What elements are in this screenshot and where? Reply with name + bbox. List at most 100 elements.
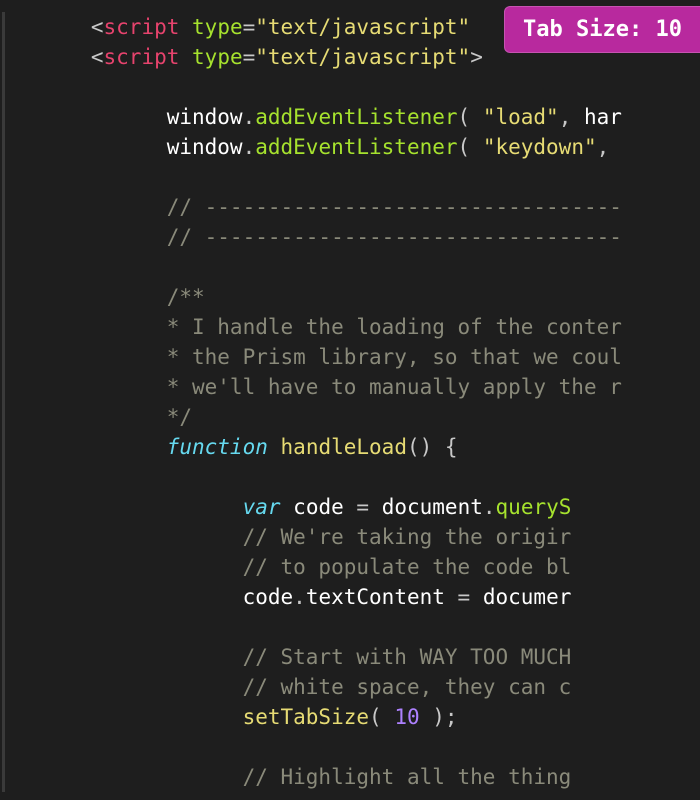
token: . [483, 495, 496, 519]
token: */ [167, 405, 192, 429]
token: * we'll have to manually apply the r [167, 375, 622, 399]
code-line: window.addEventListener( "keydown", [15, 132, 700, 162]
code-line: // --------------------------------- [15, 192, 700, 222]
token [15, 465, 28, 489]
token: // We're taking the origir [243, 525, 572, 549]
token [179, 45, 192, 69]
token: ( [458, 135, 483, 159]
code-line: function handleLoad() { [15, 432, 700, 462]
token: = [356, 495, 369, 519]
token: setTabSize [243, 705, 369, 729]
code-line: // Highlight all the thing [15, 762, 700, 792]
token: < [91, 15, 104, 39]
token [15, 105, 167, 129]
token: addEventListener [255, 105, 457, 129]
token [15, 285, 167, 309]
token: type [192, 45, 243, 69]
token [15, 645, 243, 669]
code-line: // Start with WAY TOO MUCH [15, 642, 700, 672]
token: . [293, 585, 306, 609]
code-line: * I handle the loading of the conter [15, 312, 700, 342]
token [15, 765, 243, 789]
token [15, 615, 28, 639]
code-line: * the Prism library, so that we coul [15, 342, 700, 372]
code-line: setTabSize( 10 ); [15, 702, 700, 732]
code-line [15, 252, 700, 282]
token [15, 435, 167, 459]
token: textContent [306, 585, 445, 609]
code-editor[interactable]: Tab Size: 10 <script type="text/javascri… [0, 0, 700, 800]
token [15, 675, 243, 699]
code-line: window.addEventListener( "load", har [15, 102, 700, 132]
token [470, 15, 483, 39]
code-line: code.textContent = documer [15, 582, 700, 612]
token: * the Prism library, so that we coul [167, 345, 622, 369]
token: // --------------------------------- [167, 225, 622, 249]
token: > [470, 45, 483, 69]
token [445, 585, 458, 609]
token [15, 405, 167, 429]
token: documer [483, 585, 572, 609]
code-line: // --------------------------------- [15, 222, 700, 252]
token: /** [167, 285, 205, 309]
code-line: // to populate the code bl [15, 552, 700, 582]
token: handleLoad [281, 435, 407, 459]
token: . [243, 105, 256, 129]
token: queryS [496, 495, 572, 519]
tab-size-badge: Tab Size: 10 [504, 6, 700, 53]
token [15, 255, 28, 279]
token: var [243, 495, 281, 519]
token [15, 315, 167, 339]
code-line [15, 462, 700, 492]
token [268, 435, 281, 459]
token [15, 555, 243, 579]
code-line [15, 72, 700, 102]
code-line [15, 612, 700, 642]
token [15, 135, 167, 159]
token: window [167, 135, 243, 159]
token: "keydown" [483, 135, 597, 159]
token: // Highlight all the thing [243, 765, 572, 789]
token [344, 495, 357, 519]
token: = [458, 585, 471, 609]
token [15, 495, 243, 519]
token: code [243, 585, 294, 609]
token: = [243, 45, 256, 69]
code-area[interactable]: <script type="text/javascript" <script t… [2, 12, 700, 792]
tab-size-label: Tab Size: 10 [523, 17, 682, 42]
token [15, 15, 91, 39]
token: addEventListener [255, 135, 457, 159]
token: // white space, they can c [243, 675, 572, 699]
token: . [243, 135, 256, 159]
token: "text/javascript" [255, 15, 470, 39]
token: * I handle the loading of the conter [167, 315, 622, 339]
token [281, 495, 294, 519]
code-line [15, 162, 700, 192]
code-line: var code = document.queryS [15, 492, 700, 522]
token: "load" [483, 105, 559, 129]
token: ( [369, 705, 394, 729]
token [15, 375, 167, 399]
token [470, 585, 483, 609]
token [15, 705, 243, 729]
token: ( [458, 105, 483, 129]
code-line: */ [15, 402, 700, 432]
token [15, 225, 167, 249]
token: function [167, 435, 268, 459]
token [15, 165, 28, 189]
token [15, 75, 28, 99]
token [15, 525, 243, 549]
token [179, 15, 192, 39]
token: "text/javascript" [255, 45, 470, 69]
token: script [104, 15, 180, 39]
token: 10 [394, 705, 419, 729]
code-line: // We're taking the origir [15, 522, 700, 552]
token: // --------------------------------- [167, 195, 622, 219]
token: // to populate the code bl [243, 555, 572, 579]
token: < [91, 45, 104, 69]
token: ); [420, 705, 458, 729]
token: , [597, 135, 610, 159]
token [15, 585, 243, 609]
token [15, 45, 91, 69]
token [15, 345, 167, 369]
